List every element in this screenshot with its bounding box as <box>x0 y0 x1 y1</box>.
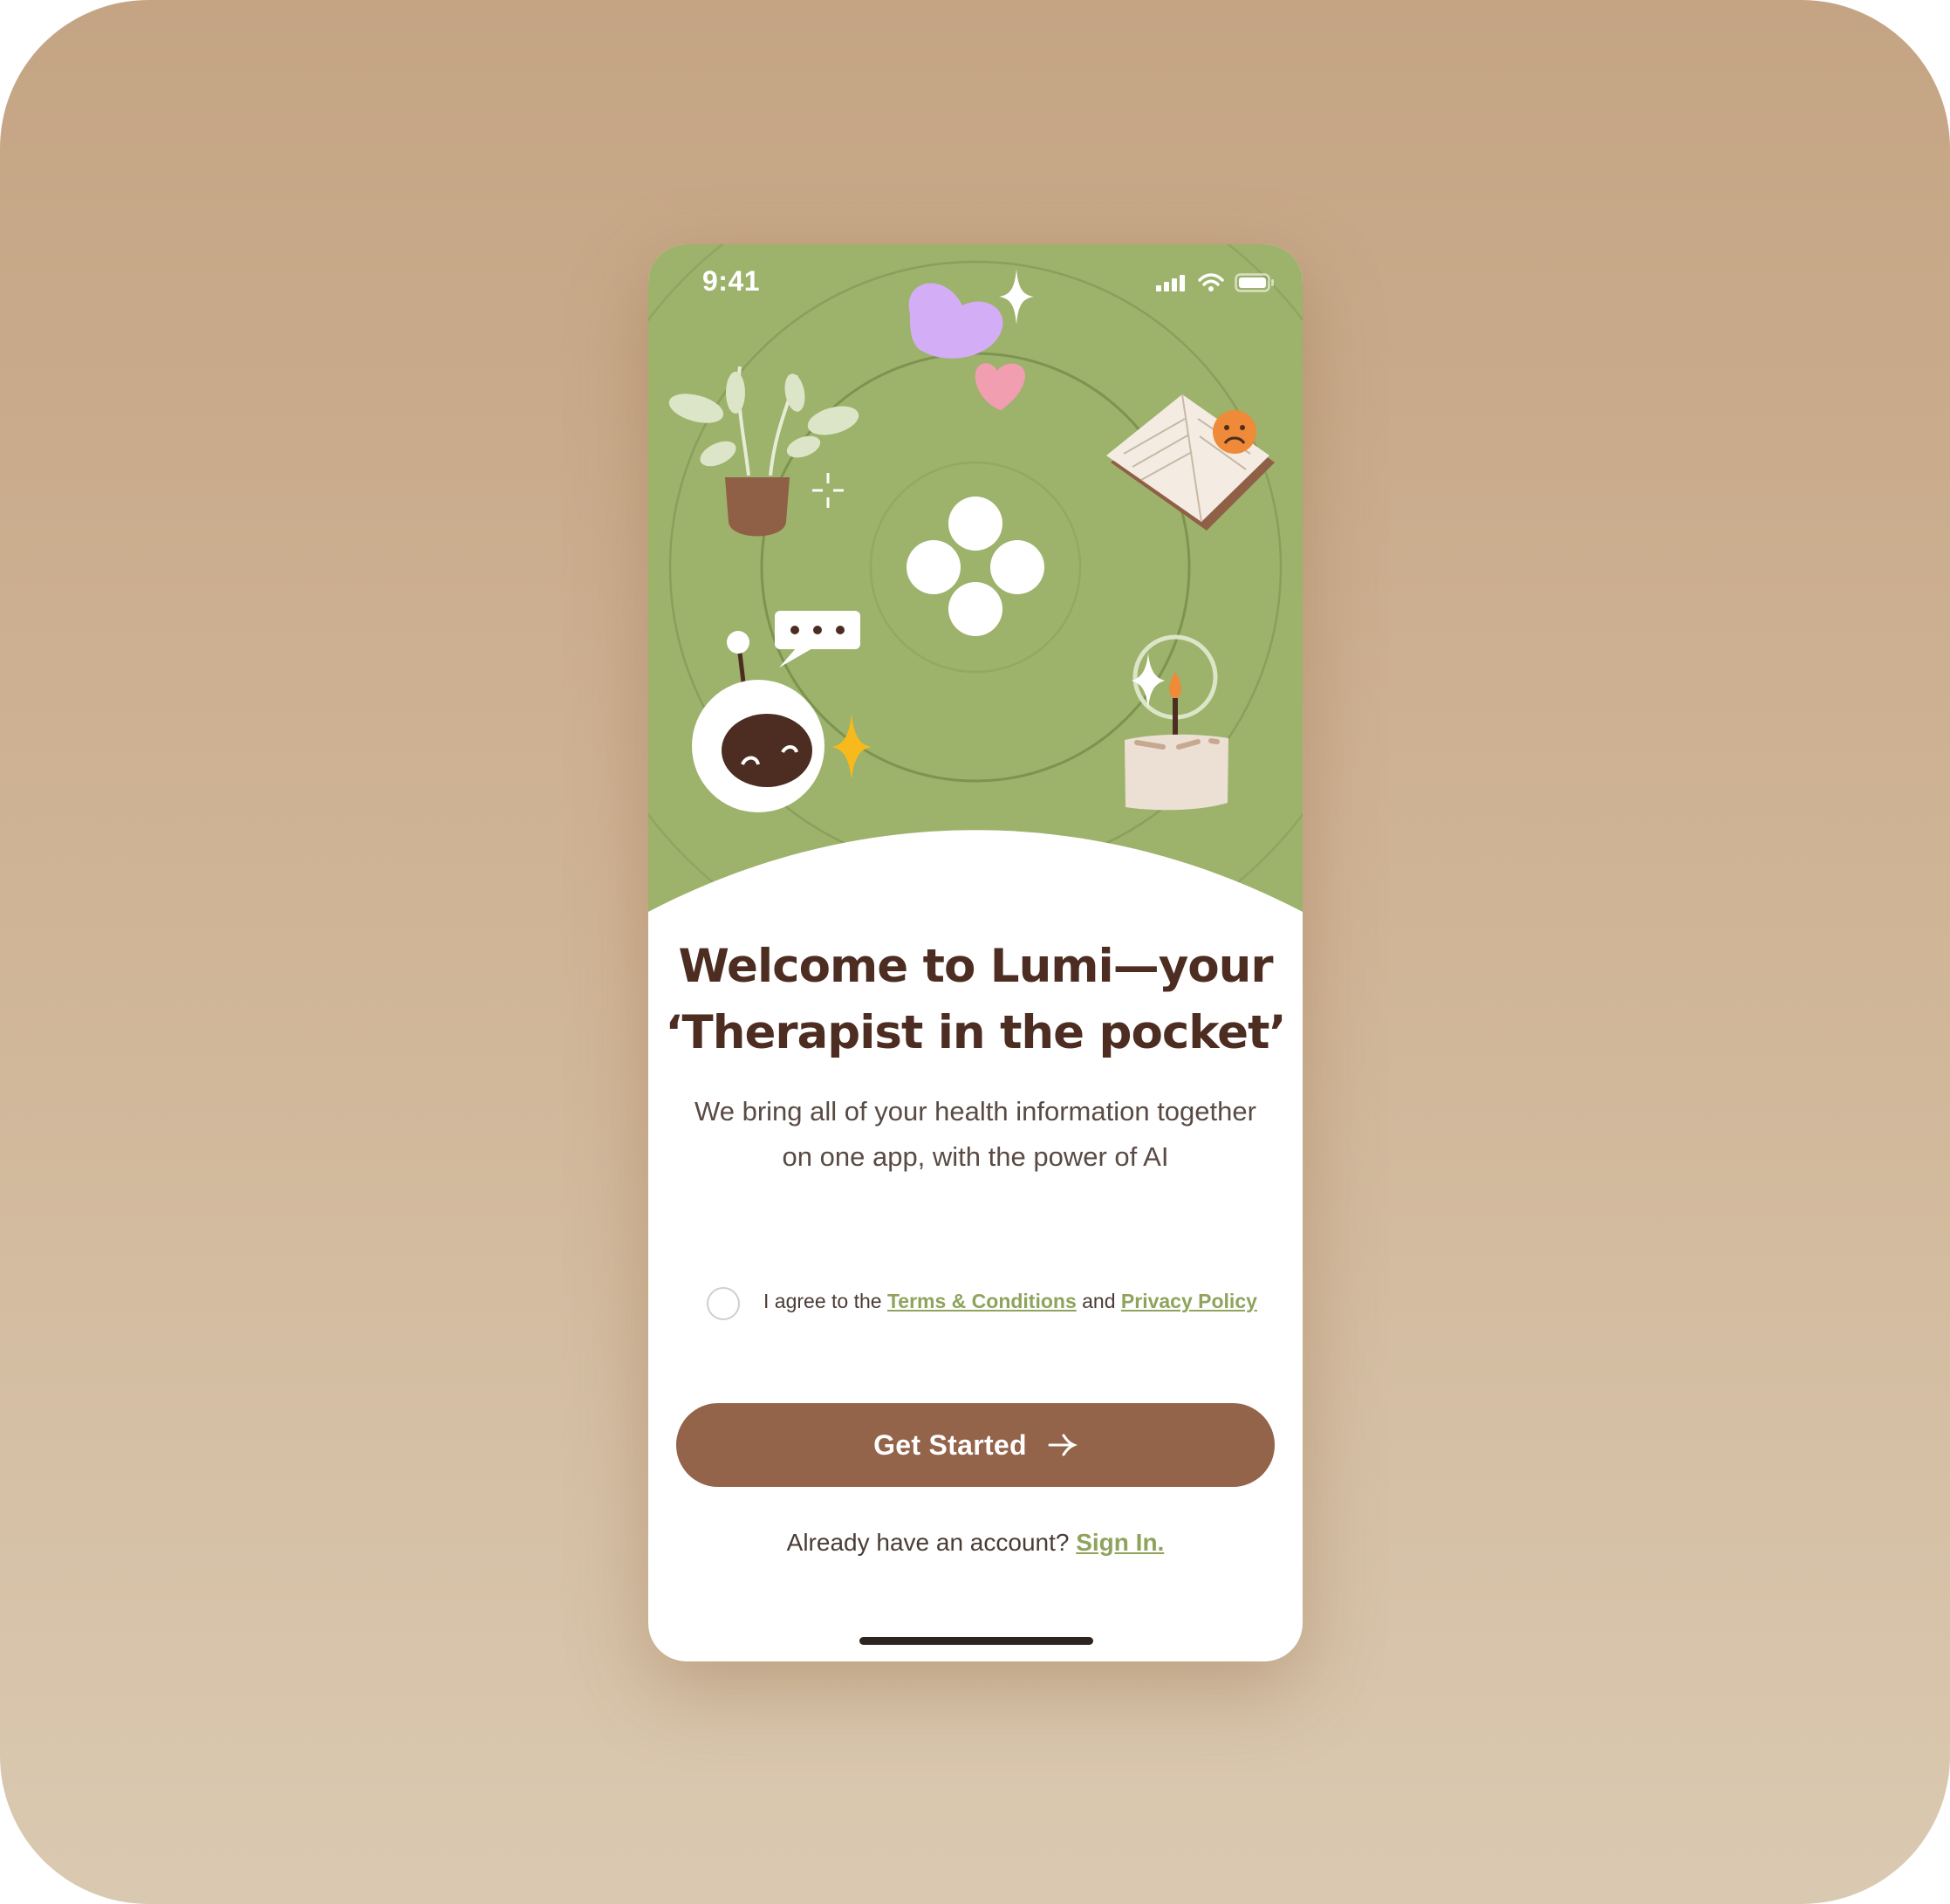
background-card: 9:41 Welcome to Lumi—your ‘Therapist in … <box>0 0 1950 1904</box>
status-time: 9:41 <box>702 265 761 297</box>
title-line-2: ‘Therapist in the pocket’ <box>665 1006 1286 1059</box>
privacy-link[interactable]: Privacy Policy <box>1121 1290 1257 1312</box>
get-started-label: Get Started <box>873 1428 1027 1461</box>
signin-row: Already have an account? Sign In. <box>648 1529 1303 1557</box>
welcome-title: Welcome to Lumi—your ‘Therapist in the p… <box>648 934 1303 1066</box>
agree-checkbox[interactable] <box>707 1287 740 1320</box>
wifi-icon <box>1198 273 1224 291</box>
agree-prefix: I agree to the <box>763 1290 882 1312</box>
home-indicator <box>859 1637 1093 1645</box>
signin-link[interactable]: Sign In. <box>1076 1529 1164 1556</box>
sad-face-icon <box>1213 410 1256 454</box>
agree-middle: and <box>1082 1290 1116 1312</box>
title-line-1: Welcome to Lumi—your <box>678 940 1273 993</box>
signin-prompt: Already have an account? <box>786 1529 1070 1556</box>
phone-screen: 9:41 Welcome to Lumi—your ‘Therapist in … <box>648 244 1303 1661</box>
subtitle-line-2: on one app, with the power of AI <box>782 1141 1169 1172</box>
agree-text: I agree to the Terms & Conditions and Pr… <box>763 1290 1257 1313</box>
hero-illustration <box>648 244 1303 942</box>
get-started-button[interactable]: Get Started <box>676 1403 1275 1487</box>
welcome-subtitle: We bring all of your health information … <box>648 1089 1303 1180</box>
status-icons <box>1156 271 1275 295</box>
terms-link[interactable]: Terms & Conditions <box>887 1290 1077 1312</box>
signal-icon <box>1156 275 1185 291</box>
battery-icon <box>1235 273 1274 292</box>
subtitle-line-1: We bring all of your health information … <box>694 1096 1256 1127</box>
arrow-right-icon <box>1048 1434 1078 1456</box>
